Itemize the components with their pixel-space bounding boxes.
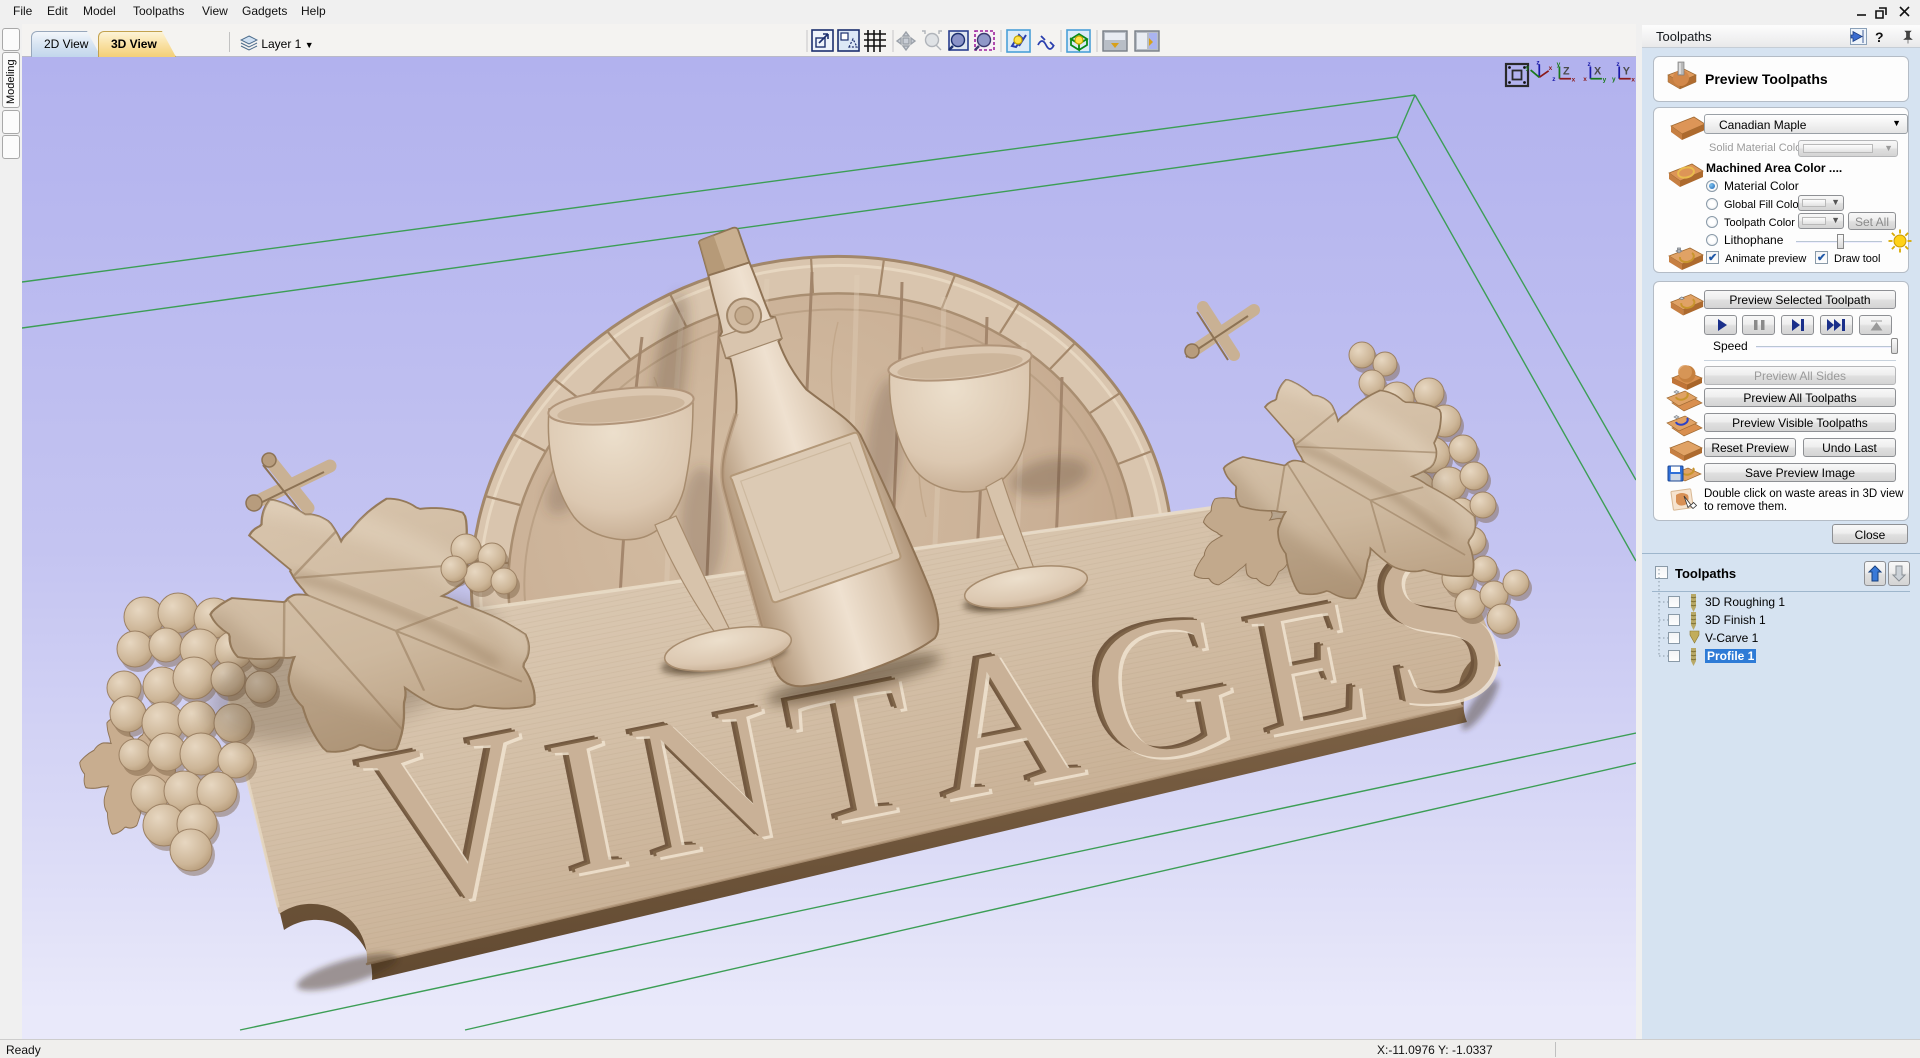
svg-text:y: y xyxy=(1603,77,1607,84)
svg-text:Z: Z xyxy=(1563,65,1570,77)
svg-text:z: z xyxy=(1552,76,1555,83)
svg-text:y: y xyxy=(1612,76,1616,83)
svg-text:X: X xyxy=(1594,65,1602,77)
svg-text:y: y xyxy=(1557,61,1561,68)
svg-text:z: z xyxy=(1616,61,1619,68)
svg-text:x: x xyxy=(1572,77,1576,84)
svg-text:Y: Y xyxy=(1623,65,1631,77)
svg-text:?: ? xyxy=(1875,29,1884,45)
svg-text:z: z xyxy=(1536,59,1539,66)
svg-text:y: y xyxy=(1526,64,1530,71)
svg-text:x: x xyxy=(1549,65,1553,72)
svg-text:z: z xyxy=(1588,61,1591,68)
svg-text:x: x xyxy=(1583,76,1587,83)
svg-text:x: x xyxy=(1631,77,1635,84)
